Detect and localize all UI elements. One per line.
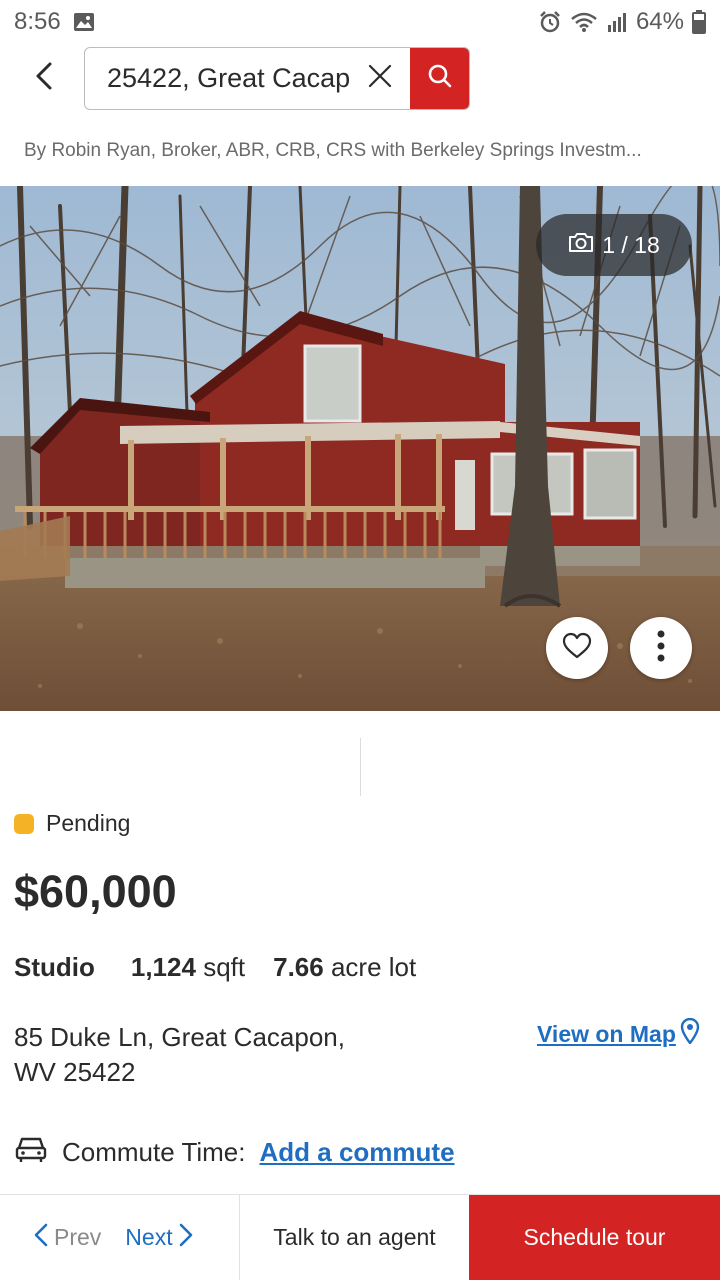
status-bar: 8:56 64% [0,0,720,44]
car-icon [14,1134,48,1171]
lot-value: 7.66 [273,952,324,982]
beds-value: Studio [14,952,95,982]
search-field[interactable]: 25422, Great Cacapon [84,47,470,110]
talk-to-agent-button[interactable]: Talk to an agent [240,1195,469,1280]
photo-counter-text: 1 / 18 [602,231,660,258]
broker-attribution: By Robin Ryan, Broker, ABR, CRB, CRS wit… [24,140,642,161]
wifi-icon [570,11,598,33]
clear-search-button[interactable] [350,48,410,109]
gallery-icon [73,12,95,32]
prev-label: Prev [54,1224,102,1250]
map-pin-icon [680,1017,700,1050]
commute-row: Commute Time: Add a commute [14,1134,455,1171]
more-vertical-icon [657,630,665,667]
view-on-map-label: View on Map [537,1020,676,1047]
header: 25422, Great Cacapon [0,46,720,110]
listing-status: Pending [14,810,130,837]
camera-icon [568,231,594,259]
heart-icon [562,632,592,665]
listing-facts: Studio 1,124 sqft 7.66 acre lot [14,952,416,983]
search-button[interactable] [410,48,469,109]
search-input[interactable]: 25422, Great Cacapon [85,63,350,94]
sqft-value: 1,124 [130,952,196,982]
prev-button[interactable]: Prev [34,1223,101,1253]
chevron-left-icon [34,1223,48,1253]
lot-unit: acre lot [330,952,417,982]
status-time: 8:56 [14,8,61,35]
chevron-right-icon [179,1223,193,1253]
next-label: Next [125,1224,173,1250]
close-icon [368,64,392,93]
listing-address: 85 Duke Ln, Great Cacapon, WV 25422 [14,1020,345,1090]
view-on-map-link[interactable]: View on Map [537,1017,700,1050]
back-arrow-icon [34,61,54,96]
divider [360,738,361,796]
status-indicator [14,813,34,834]
status-text: Pending [46,810,131,836]
commute-label: Commute Time: [62,1137,246,1167]
add-commute-link[interactable]: Add a commute [260,1137,455,1168]
schedule-tour-button[interactable]: Schedule tour [469,1195,720,1280]
favorite-button[interactable] [546,617,608,679]
signal-icon [606,11,628,33]
alarm-icon [538,10,562,34]
address-line-1: 85 Duke Ln, Great Cacapon, [14,1022,345,1052]
sqft-fact: 1,124 sqft [131,952,245,983]
back-button[interactable] [28,60,60,96]
lot-fact: 7.66 acre lot [273,952,416,983]
listing-price: $60,000 [14,866,177,917]
battery-percent: 64% [635,8,684,35]
address-line-2: WV 25422 [14,1057,136,1087]
battery-icon [692,10,706,34]
bottom-action-bar: Prev Next Talk to an agent Schedule tour [0,1194,720,1280]
photo-counter[interactable]: 1 / 18 [536,214,692,276]
search-icon [427,63,453,94]
listing-photo[interactable]: 1 / 18 [0,186,720,711]
sqft-unit: sqft [203,952,246,982]
next-button[interactable]: Next [125,1223,192,1253]
more-options-button[interactable] [630,617,692,679]
listing-navigation: Prev Next [0,1195,240,1280]
